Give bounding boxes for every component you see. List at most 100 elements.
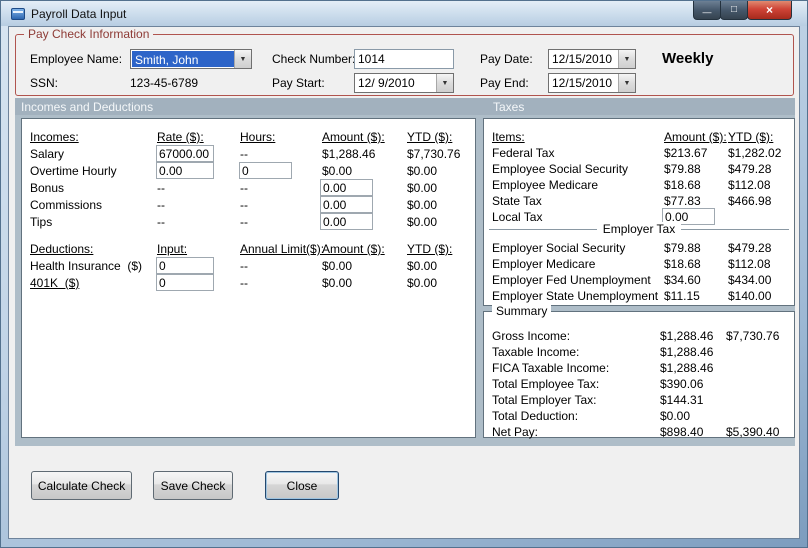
tax-ytd: $140.00	[728, 289, 772, 303]
maximize-button[interactable]: □	[720, 1, 748, 20]
deduction-limit: --	[240, 276, 248, 290]
tax-ytd: $1,282.02	[728, 146, 782, 160]
summary-label: Taxable Income:	[492, 345, 580, 359]
summary-row-net-pay: Net Pay: $898.40 $5,390.40	[484, 424, 794, 441]
save-check-button[interactable]: Save Check	[153, 471, 233, 500]
calculate-check-button[interactable]: Calculate Check	[31, 471, 132, 500]
taxes-section-title: Taxes	[493, 100, 525, 114]
summary-label: Total Employer Tax:	[492, 393, 597, 407]
chevron-down-icon[interactable]: ▼	[618, 74, 635, 92]
tax-row-federal: Federal Tax $213.67 $1,282.02	[484, 145, 794, 162]
tax-ytd: $434.00	[728, 273, 772, 287]
income-hours: --	[240, 147, 248, 161]
bonus-amount-input[interactable]	[320, 179, 373, 196]
income-rate: --	[157, 198, 165, 212]
401k-link[interactable]: 401K ($)	[30, 276, 79, 290]
pay-start-select[interactable]: 12/ 9/2010 ▼	[354, 73, 454, 93]
overtime-hours-input[interactable]	[239, 162, 292, 179]
col-header-deductions: Deductions:	[30, 242, 94, 256]
deduction-amount: $0.00	[322, 259, 353, 273]
tax-item: Employer State Unemployment	[492, 289, 659, 303]
income-ytd: $0.00	[407, 215, 438, 229]
summary-amount: $1,288.46	[660, 329, 714, 343]
tax-row-employer-state-unemp: Employer State Unemployment $11.15 $140.…	[484, 288, 794, 305]
paycheck-info-group: Pay Check Information Employee Name: Smi…	[15, 27, 794, 96]
check-number-input[interactable]	[354, 49, 454, 69]
summary-label: Net Pay:	[492, 425, 539, 439]
window-controls: — □ ×	[693, 1, 792, 20]
summary-amount: $390.06	[660, 377, 704, 391]
col-header-items: Items:	[492, 130, 525, 144]
income-row-overtime: Overtime Hourly $0.00 $0.00	[22, 162, 475, 180]
income-hours: --	[240, 181, 248, 195]
income-rate: --	[157, 215, 165, 229]
commissions-amount-input[interactable]	[320, 196, 373, 213]
tax-item: Federal Tax	[492, 146, 555, 160]
overtime-rate-input[interactable]	[156, 162, 214, 179]
titlebar[interactable]: Payroll Data Input	[1, 1, 807, 26]
summary-panel: Summary Gross Income: $1,288.46 $7,730.7…	[483, 304, 795, 441]
chevron-down-icon[interactable]: ▼	[618, 50, 635, 68]
minimize-button[interactable]: —	[693, 1, 721, 20]
tax-item: Employer Fed Unemployment	[492, 273, 651, 287]
summary-label: Total Deduction:	[492, 409, 579, 423]
income-ytd: $0.00	[407, 181, 438, 195]
pay-date-select[interactable]: 12/15/2010 ▼	[548, 49, 636, 69]
tax-amount: $77.83	[664, 194, 701, 208]
paycheck-group-title: Pay Check Information	[24, 27, 154, 41]
summary-row-total-deduction: Total Deduction: $0.00	[484, 408, 794, 425]
deduction-row-health: Health Insurance ($) -- $0.00 $0.00	[22, 257, 475, 275]
summary-row-gross: Gross Income: $1,288.46 $7,730.76	[484, 328, 794, 345]
income-name: Bonus	[30, 181, 65, 195]
app-icon	[11, 7, 25, 20]
tax-ytd: $112.08	[728, 257, 771, 271]
col-header-ytd: YTD ($):	[407, 130, 453, 144]
pay-start-label: Pay Start:	[272, 76, 325, 90]
deduction-limit: --	[240, 259, 248, 273]
employee-name-select[interactable]: Smith, John ▼	[130, 49, 252, 69]
close-window-button[interactable]: ×	[747, 1, 792, 20]
close-button[interactable]: Close	[265, 471, 339, 500]
401k-input[interactable]	[156, 274, 214, 291]
col-header-amount: Amount ($):	[664, 130, 727, 144]
minimize-icon: —	[702, 7, 712, 17]
income-row-salary: Salary -- $1,288.46 $7,730.76	[22, 145, 475, 163]
col-header-rate: Rate ($):	[157, 130, 204, 144]
summary-label: Total Employee Tax:	[492, 377, 600, 391]
col-header-limit: Annual Limit($):	[240, 242, 325, 256]
income-ytd: $0.00	[407, 198, 438, 212]
income-row-bonus: Bonus -- -- $0.00	[22, 179, 475, 197]
pay-end-select[interactable]: 12/15/2010 ▼	[548, 73, 636, 93]
summary-ytd: $7,730.76	[726, 329, 780, 343]
summary-amount: $0.00	[660, 409, 691, 423]
income-hours: --	[240, 198, 248, 212]
pay-frequency-label: Weekly	[662, 50, 714, 67]
tax-amount: $18.68	[664, 178, 701, 192]
summary-row-fica: FICA Taxable Income: $1,288.46	[484, 360, 794, 377]
employer-tax-section-header: Employer Tax	[489, 222, 789, 237]
col-header-amount: Amount ($):	[322, 242, 385, 256]
chevron-down-icon[interactable]: ▼	[234, 50, 251, 68]
ssn-value: 123-45-6789	[130, 76, 199, 90]
maximize-icon: □	[730, 4, 738, 15]
chevron-down-icon[interactable]: ▼	[436, 74, 453, 92]
summary-row-total-employee-tax: Total Employee Tax: $390.06	[484, 376, 794, 393]
summary-amount: $898.40	[660, 425, 704, 439]
summary-group-title: Summary	[492, 304, 552, 318]
summary-label: FICA Taxable Income:	[492, 361, 610, 375]
salary-rate-input[interactable]	[156, 145, 214, 162]
tax-row-emp-ss: Employee Social Security $79.88 $479.28	[484, 161, 794, 178]
tax-row-emp-medicare: Employee Medicare $18.68 $112.08	[484, 177, 794, 194]
income-amount: $1,288.46	[322, 147, 376, 161]
col-header-incomes: Incomes:	[30, 130, 79, 144]
pay-end-label: Pay End:	[480, 76, 529, 90]
client-area: Pay Check Information Employee Name: Smi…	[8, 26, 800, 539]
pay-start-value: 12/ 9/2010	[358, 76, 415, 90]
tax-ytd: $479.28	[728, 241, 772, 255]
tax-row-employer-ss: Employer Social Security $79.88 $479.28	[484, 240, 794, 257]
col-header-ytd: YTD ($):	[728, 130, 774, 144]
health-insurance-input[interactable]	[156, 257, 214, 274]
tips-amount-input[interactable]	[320, 213, 373, 230]
deduction-ytd: $0.00	[407, 259, 438, 273]
tax-ytd: $466.98	[728, 194, 772, 208]
